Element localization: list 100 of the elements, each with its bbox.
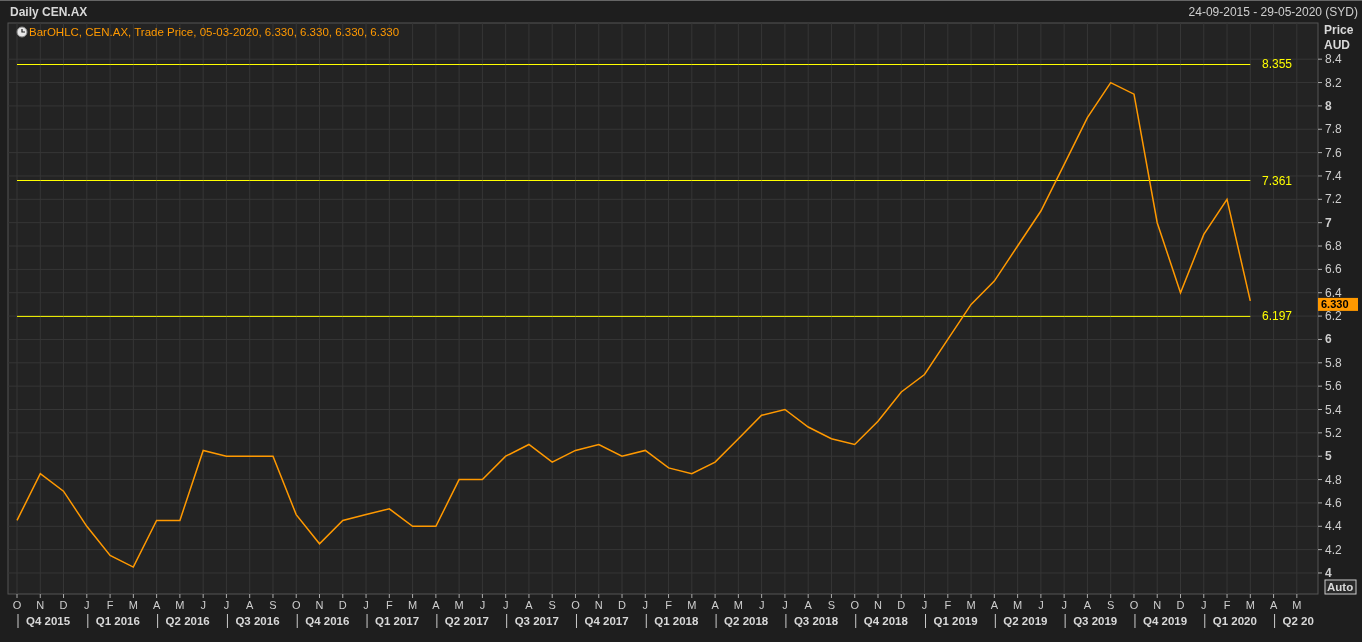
- month-label: N: [874, 599, 882, 611]
- month-label: S: [827, 599, 836, 611]
- month-label: S: [269, 599, 277, 611]
- quarter-label: Q3 2018: [793, 615, 839, 627]
- month-label: S: [1107, 599, 1115, 611]
- month-label: D: [1176, 599, 1185, 611]
- month-label: N: [315, 599, 324, 611]
- y-tick-label: 4.4: [1325, 519, 1342, 534]
- chart-title: Daily CEN.AX: [10, 4, 88, 19]
- y-tick-label: 4.8: [1325, 472, 1342, 487]
- month-label: A: [432, 599, 440, 611]
- quarter-label: Q4 2019: [1142, 615, 1188, 627]
- month-label: D: [618, 599, 626, 611]
- quarter-label: Q3 2019: [1073, 615, 1118, 627]
- month-label: N: [594, 599, 603, 611]
- month-label: M: [1292, 599, 1302, 611]
- month-label: N: [36, 599, 45, 611]
- month-label: O: [850, 599, 859, 611]
- quarter-label: Q2 2018: [724, 615, 769, 627]
- quarter-label: Q4 2016: [305, 615, 350, 627]
- y-tick-label: 7.8: [1325, 122, 1342, 137]
- month-label: J: [782, 599, 788, 611]
- month-label: J: [84, 599, 90, 611]
- month-label: F: [385, 599, 393, 611]
- month-label: O: [571, 599, 580, 611]
- month-label: A: [152, 599, 161, 611]
- y-tick-label: 6: [1325, 332, 1332, 347]
- y-tick-label: 8: [1325, 98, 1332, 113]
- quarter-label: Q1 2016: [95, 615, 140, 627]
- y-tick-label: 5.4: [1325, 402, 1342, 417]
- y-tick-label: 6.8: [1325, 239, 1342, 254]
- month-label: J: [1201, 599, 1207, 611]
- last-price-badge: 6.330: [1318, 297, 1358, 311]
- y-tick-label: 7.4: [1325, 168, 1342, 183]
- quarter-label: Q4 2018: [863, 615, 908, 627]
- month-label: A: [246, 599, 254, 611]
- month-label: A: [1269, 599, 1278, 611]
- y-tick-label: 8.2: [1325, 75, 1342, 90]
- month-label: J: [363, 599, 369, 611]
- month-label: A: [1083, 599, 1092, 611]
- month-label: J: [758, 599, 765, 611]
- quarter-label: Q2 20: [1282, 615, 1314, 627]
- y-tick-label: 7.6: [1325, 145, 1342, 160]
- month-label: M: [408, 599, 418, 611]
- y-tick-label: 5.2: [1325, 425, 1342, 440]
- month-label: D: [338, 599, 347, 611]
- month-label: M: [175, 599, 185, 611]
- month-label: M: [1245, 599, 1255, 611]
- month-label: J: [1061, 599, 1067, 611]
- month-label: J: [642, 599, 649, 611]
- y-tick-label: 5: [1325, 449, 1332, 464]
- quarter-label: Q1 2020: [1212, 615, 1257, 627]
- month-label: J: [479, 599, 486, 611]
- y-tick-label: 5.8: [1325, 355, 1342, 370]
- month-label: A: [804, 599, 812, 611]
- auto-scale-button[interactable]: Auto: [1324, 579, 1357, 595]
- level-label: 7.361: [1262, 173, 1293, 188]
- month-label: J: [223, 599, 230, 611]
- month-label: J: [200, 599, 206, 611]
- date-range: 24-09-2015 - 29-05-2020 (SYD): [1188, 4, 1358, 19]
- quarter-label: Q2 2017: [444, 615, 489, 627]
- month-label: F: [1223, 599, 1231, 611]
- y-tick-label: 6.6: [1325, 262, 1342, 277]
- quarter-label: Q2 2019: [1003, 615, 1048, 627]
- axis-title: Price: [1324, 23, 1354, 37]
- y-tick-label: 4: [1325, 566, 1332, 580]
- quarter-label: Q1 2018: [654, 615, 699, 627]
- month-label: F: [106, 599, 114, 611]
- quarter-label: Q1 2017: [375, 615, 420, 627]
- legend-text: BarOHLC, CEN.AX, Trade Price, 05-03-2020, 6.330, 6.330, 6.330, 6.330: [29, 26, 400, 38]
- quarter-label: Q2 2016: [165, 615, 210, 627]
- y-tick-label: 5.6: [1325, 379, 1342, 394]
- month-label: M: [687, 599, 697, 611]
- quarter-label: Q3 2016: [235, 615, 280, 627]
- month-label: J: [921, 599, 928, 611]
- y-tick-label: 4.6: [1325, 495, 1342, 510]
- y-tick-label: 6.4: [1325, 285, 1342, 300]
- month-label: F: [944, 599, 952, 611]
- month-label: J: [502, 599, 509, 611]
- month-label: A: [990, 599, 998, 611]
- quarter-label: Q1 2019: [933, 615, 978, 627]
- y-tick-label: 4.2: [1325, 542, 1342, 557]
- month-label: A: [711, 599, 719, 611]
- month-label: M: [966, 599, 976, 611]
- y-tick-label: 7: [1325, 215, 1332, 230]
- axis-unit: AUD: [1324, 38, 1350, 52]
- month-label: N: [1153, 599, 1162, 611]
- month-label: F: [665, 599, 672, 611]
- quarter-label: Q4 2017: [584, 615, 629, 627]
- month-label: M: [128, 599, 138, 611]
- level-label: 6.197: [1262, 309, 1293, 324]
- clock-icon: [16, 26, 28, 38]
- y-tick-label: 7.2: [1325, 192, 1342, 207]
- month-label: M: [454, 599, 464, 611]
- y-tick-label: 8.4: [1325, 52, 1342, 67]
- month-label: D: [897, 599, 906, 611]
- month-label: A: [525, 599, 533, 611]
- month-label: D: [59, 599, 68, 611]
- month-label: O: [1129, 599, 1139, 611]
- month-label: O: [12, 599, 22, 611]
